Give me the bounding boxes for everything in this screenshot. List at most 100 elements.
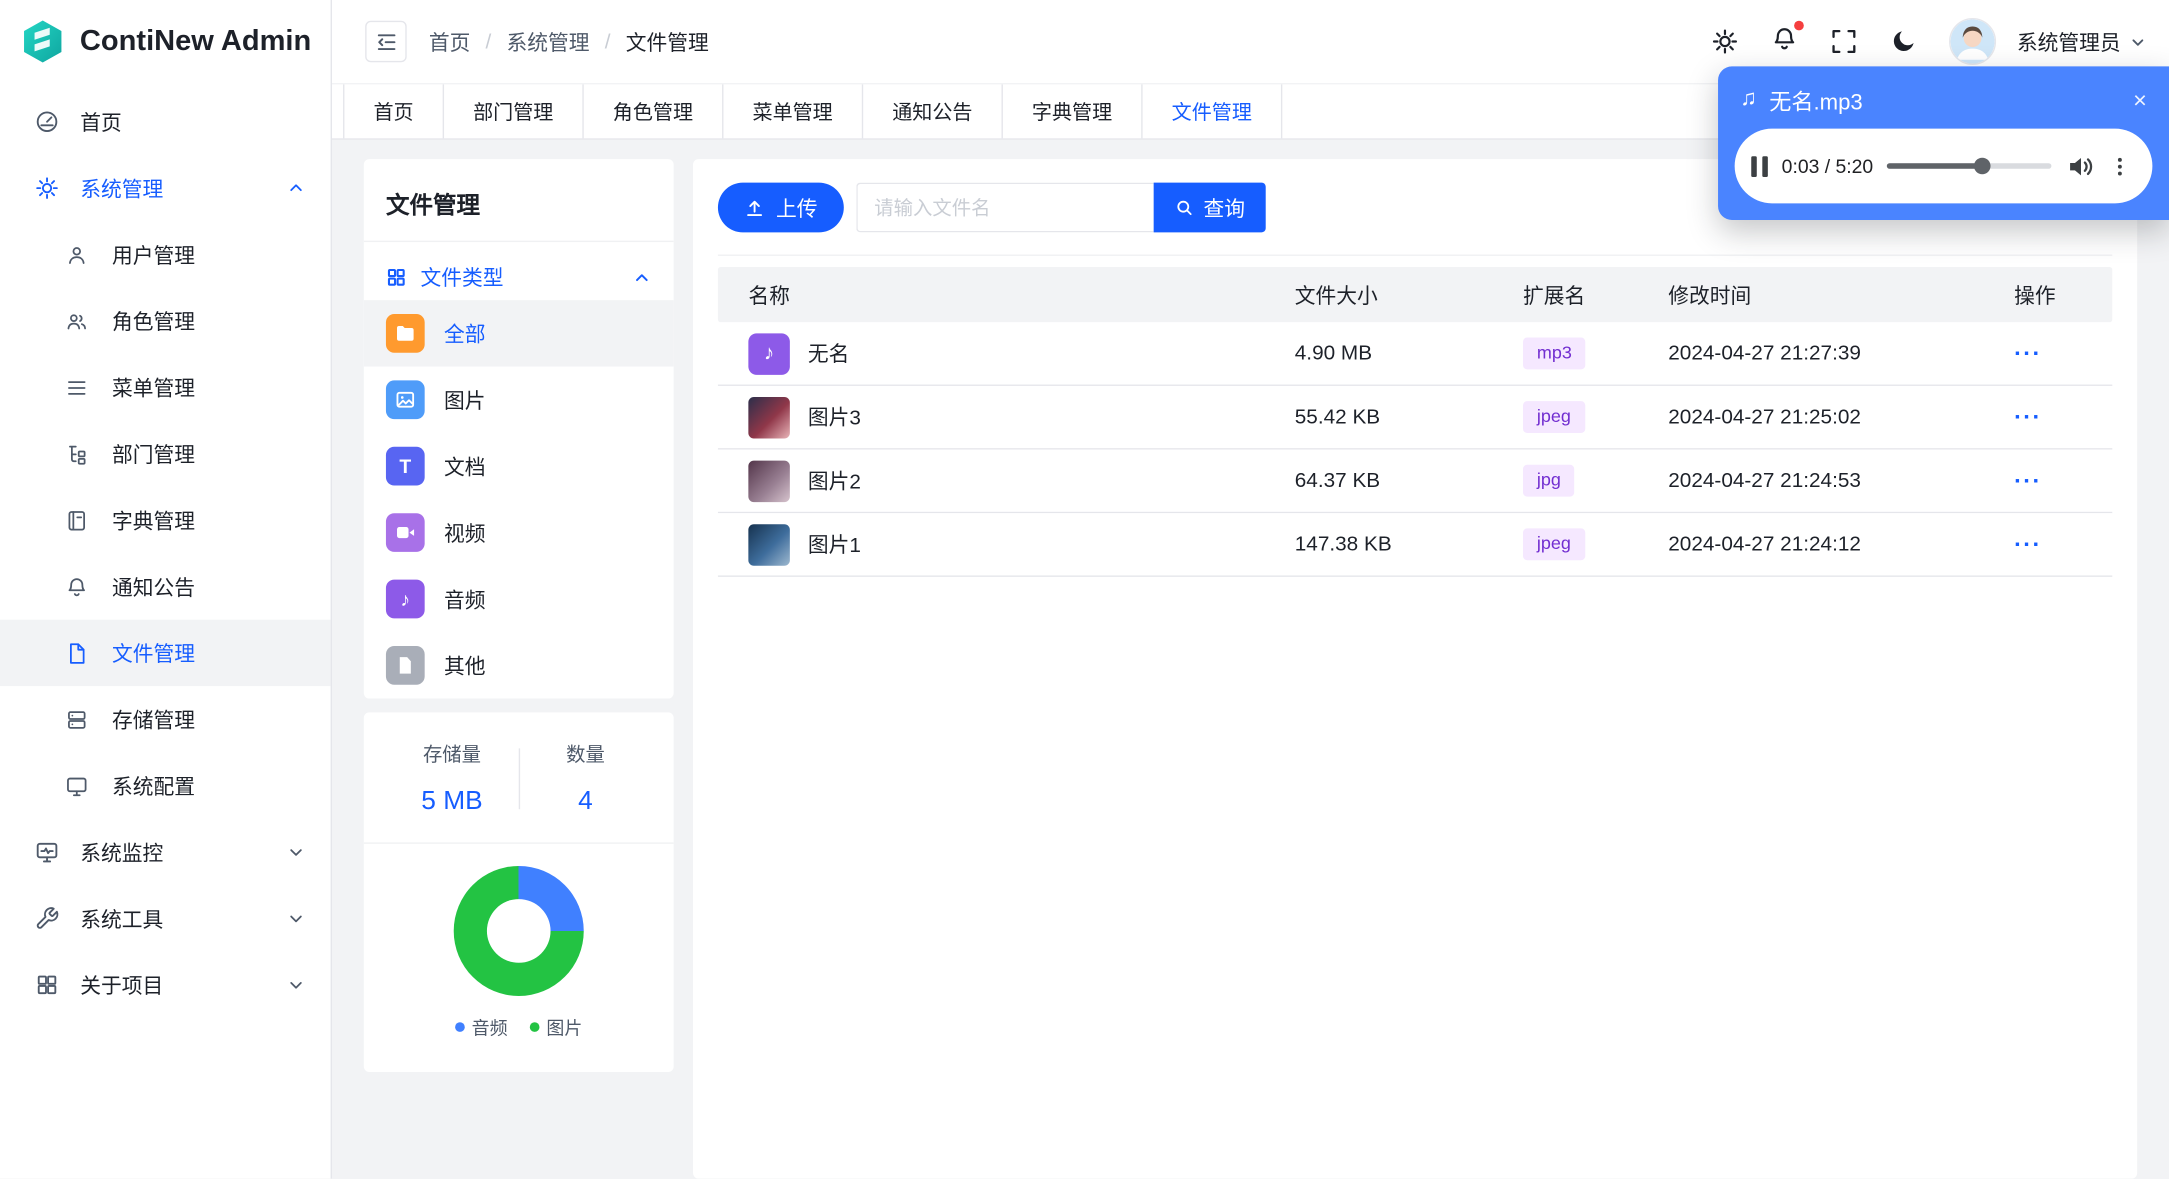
file-type-all[interactable]: 全部 <box>363 300 674 367</box>
logo-row[interactable]: ContiNew Admin <box>0 0 331 83</box>
search-input[interactable] <box>856 182 1154 233</box>
column-header-name: 名称 <box>748 284 790 308</box>
dark-mode-button[interactable] <box>1890 28 1918 56</box>
row-actions-button[interactable]: ··· <box>2014 403 2042 429</box>
content: 文件管理 文件类型 全部 图片 T 文档 视频 ♪ 音频 其他 存储量 5 MB… <box>332 140 2169 1179</box>
file-type-other[interactable]: 其他 <box>364 632 674 698</box>
image-thumbnail <box>748 459 790 502</box>
sidebar-item-dictionaries[interactable]: 字典管理 <box>0 487 331 553</box>
tab-menus[interactable]: 菜单管理 <box>723 84 864 139</box>
sidebar-item-label: 关于项目 <box>80 974 164 999</box>
sidebar-item-about-project[interactable]: 关于项目 <box>0 952 331 1018</box>
sidebar-item-config[interactable]: 系统配置 <box>0 753 331 819</box>
sidebar-item-users[interactable]: 用户管理 <box>0 221 331 287</box>
player-progress-played <box>1887 163 1983 169</box>
sidebar-item-system-monitor[interactable]: 系统监控 <box>0 819 331 885</box>
file-name-cell: 图片1 <box>718 523 1264 566</box>
notifications-button[interactable] <box>1771 20 1804 59</box>
folder-icon <box>385 314 425 353</box>
breadcrumb-home[interactable]: 首页 <box>429 27 471 56</box>
app-root: ContiNew Admin 首页 系统管理 用户管理 角色管理 菜单管理 部门… <box>0 0 2169 1179</box>
player-progress-slider[interactable] <box>1887 157 2052 175</box>
tab-departments[interactable]: 部门管理 <box>444 84 584 139</box>
file-name[interactable]: 图片2 <box>808 466 861 495</box>
sidebar-item-roles[interactable]: 角色管理 <box>0 288 331 354</box>
query-button[interactable]: 查询 <box>1153 182 1266 233</box>
search-icon <box>1174 198 1193 217</box>
player-track-title: 无名.mp3 <box>1769 91 1863 115</box>
file-name-cell: ♪ 无名 <box>718 332 1264 375</box>
file-ext-cell: jpeg <box>1493 401 1638 433</box>
top-actions: 系统管理员 <box>1711 17 2147 66</box>
fullscreen-button[interactable] <box>1830 28 1858 56</box>
settings-button[interactable] <box>1711 28 1739 56</box>
tab-home[interactable]: 首页 <box>343 84 445 139</box>
breadcrumb-separator: / <box>604 29 611 54</box>
sidebar-item-home[interactable]: 首页 <box>0 89 331 155</box>
file-name[interactable]: 无名 <box>808 339 850 368</box>
file-name-cell: 图片2 <box>718 459 1264 502</box>
file-generic-icon <box>385 645 425 685</box>
volume-button[interactable] <box>2065 151 2094 180</box>
table-row[interactable]: ♪ 无名 4.90 MB mp3 2024-04-27 21:27:39 ··· <box>717 322 2113 386</box>
list-icon <box>65 376 89 400</box>
table-row[interactable]: 图片3 55.42 KB jpeg 2024-04-27 21:25:02 ··… <box>717 385 2113 450</box>
sidebar-item-notifications[interactable]: 通知公告 <box>0 553 331 619</box>
monitor-icon <box>65 774 89 798</box>
tab-notifications[interactable]: 通知公告 <box>863 84 1003 139</box>
file-type-audio[interactable]: ♪ 音频 <box>364 566 674 632</box>
legend-label: 图片 <box>546 1018 583 1039</box>
tab-files[interactable]: 文件管理 <box>1143 84 1283 139</box>
user-menu[interactable]: 系统管理员 <box>2017 27 2147 56</box>
file-type-videos[interactable]: 视频 <box>364 499 674 565</box>
file-type-documents[interactable]: T 文档 <box>364 433 674 499</box>
pause-button[interactable] <box>1751 155 1768 177</box>
sidebar-item-system-tools[interactable]: 系统工具 <box>0 885 331 951</box>
file-name-cell: 图片3 <box>718 396 1264 438</box>
sidebar-item-departments[interactable]: 部门管理 <box>0 421 331 487</box>
file-ext-cell: jpg <box>1493 464 1638 497</box>
file-table: 名称 文件大小 扩展名 修改时间 操作 ♪ 无名 4.90 MB mp3 202… <box>717 266 2113 577</box>
storage-stats-panel: 存储量 5 MB 数量 4 音频 图片 <box>363 712 674 1073</box>
image-icon <box>385 380 425 420</box>
file-type-group-toggle[interactable]: 文件类型 <box>386 242 652 300</box>
count-value: 4 <box>578 787 593 817</box>
note-glyph: ♪ <box>763 341 775 366</box>
player-more-button[interactable] <box>2108 154 2132 178</box>
user-icon <box>65 243 89 267</box>
file-type-images[interactable]: 图片 <box>364 367 674 433</box>
sidebar-item-storage[interactable]: 存储管理 <box>0 686 331 752</box>
pause-icon <box>1751 155 1768 177</box>
row-actions-button[interactable]: ··· <box>2014 340 2042 366</box>
tab-dictionaries[interactable]: 字典管理 <box>1003 84 1143 139</box>
sidebar-collapse-button[interactable] <box>365 20 407 63</box>
row-actions-button[interactable]: ··· <box>2014 530 2042 556</box>
tab-roles[interactable]: 角色管理 <box>584 84 724 139</box>
row-actions-button[interactable]: ··· <box>2014 467 2042 493</box>
player-progress-thumb[interactable] <box>1974 157 1991 175</box>
sidebar-item-menus[interactable]: 菜单管理 <box>0 354 331 420</box>
file-modified: 2024-04-27 21:24:12 <box>1668 532 1861 557</box>
app-title: ContiNew Admin <box>79 24 312 57</box>
file-type-chart: 音频 图片 <box>386 844 652 1040</box>
breadcrumb-system[interactable]: 系统管理 <box>507 27 590 56</box>
sidebar-item-label: 系统工具 <box>80 908 164 932</box>
player-close-button[interactable]: × <box>2133 88 2147 112</box>
column-header-ext: 扩展名 <box>1523 284 1586 308</box>
sidebar-item-files[interactable]: 文件管理 <box>0 619 331 687</box>
stats-row: 存储量 5 MB 数量 4 <box>386 735 652 843</box>
sidebar-item-system-management[interactable]: 系统管理 <box>0 155 331 221</box>
sidebar-menu: 首页 系统管理 用户管理 角色管理 菜单管理 部门管理 字典管理 通知公告 文件… <box>0 83 331 1179</box>
upload-button[interactable]: 上传 <box>717 182 844 233</box>
sidebar-item-label: 用户管理 <box>112 244 196 268</box>
file-name[interactable]: 图片3 <box>808 403 861 432</box>
file-modified: 2024-04-27 21:25:02 <box>1668 405 1861 429</box>
table-row[interactable]: 图片2 64.37 KB jpg 2024-04-27 21:24:53 ··· <box>717 449 2113 514</box>
image-thumbnail <box>748 396 790 438</box>
user-avatar[interactable] <box>1949 17 1997 66</box>
chevron-up-icon <box>632 268 651 287</box>
app-logo-icon <box>19 15 66 68</box>
file-name[interactable]: 图片1 <box>808 530 861 559</box>
column-header-actions: 操作 <box>2014 284 2056 308</box>
table-row[interactable]: 图片1 147.38 KB jpeg 2024-04-27 21:24:12 ·… <box>717 513 2113 577</box>
